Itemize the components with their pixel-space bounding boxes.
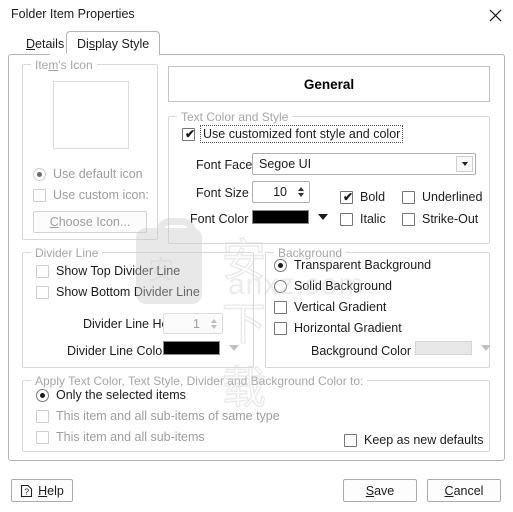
radio-indicator bbox=[33, 188, 46, 202]
transparent-background-radio[interactable]: Transparent Background bbox=[274, 258, 431, 272]
solid-background-label: Solid Background bbox=[294, 279, 392, 293]
tab-display-style-label: Display Style bbox=[77, 36, 150, 51]
radio-indicator bbox=[36, 388, 49, 402]
icon-preview-frame bbox=[53, 81, 129, 149]
radio-indicator bbox=[36, 409, 49, 423]
checkbox-indicator: ✔ bbox=[182, 127, 195, 141]
use-default-icon-label: Use default icon bbox=[53, 167, 143, 181]
show-top-divider-checkbox[interactable]: Show Top Divider Line bbox=[36, 264, 180, 278]
item-icon-group-title: Item's Icon bbox=[31, 58, 97, 72]
checkbox-indicator: ✔ bbox=[340, 190, 353, 204]
save-button[interactable]: Save bbox=[343, 479, 417, 502]
font-size-label: Font Size bbox=[196, 186, 249, 200]
divider-color-swatch bbox=[163, 341, 220, 355]
divider-color-picker[interactable] bbox=[163, 341, 239, 355]
show-bottom-divider-checkbox[interactable]: Show Bottom Divider Line bbox=[36, 285, 200, 299]
font-color-swatch bbox=[252, 210, 309, 224]
strikeout-checkbox[interactable]: Strike-Out bbox=[402, 212, 478, 226]
use-custom-icon-radio[interactable]: Use custom icon: bbox=[33, 188, 149, 202]
checkbox-indicator bbox=[402, 212, 415, 226]
only-selected-items-label: Only the selected items bbox=[56, 388, 186, 402]
transparent-background-label: Transparent Background bbox=[294, 258, 432, 272]
horizontal-gradient-radio[interactable]: Horizontal Gradient bbox=[274, 321, 402, 335]
font-face-value: Segoe UI bbox=[259, 157, 312, 171]
cancel-button-label: Cancel bbox=[444, 483, 484, 498]
tab-display-style[interactable]: Display Style bbox=[66, 31, 161, 55]
choose-icon-button[interactable]: Choose Icon... bbox=[33, 211, 147, 233]
close-icon[interactable] bbox=[477, 0, 513, 30]
font-face-label: Font Face bbox=[196, 158, 253, 172]
title-bar: Folder Item Properties bbox=[0, 0, 513, 30]
same-type-sub-items-radio: This item and all sub-items of same type bbox=[36, 409, 280, 423]
font-size-stepper[interactable]: 10 bbox=[252, 181, 310, 203]
chevron-down-icon bbox=[318, 214, 328, 220]
chevron-down-icon bbox=[229, 345, 239, 351]
keep-as-new-defaults-label: Keep as new defaults bbox=[364, 433, 484, 447]
horizontal-gradient-label: Horizontal Gradient bbox=[294, 321, 402, 335]
show-bottom-divider-label: Show Bottom Divider Line bbox=[56, 285, 200, 299]
show-top-divider-label: Show Top Divider Line bbox=[56, 264, 181, 278]
radio-indicator bbox=[274, 321, 287, 335]
save-button-label: Save bbox=[365, 483, 395, 498]
divider-line-group-title: Divider Line bbox=[31, 246, 103, 260]
italic-label: Italic bbox=[360, 212, 386, 226]
window-title: Folder Item Properties bbox=[11, 7, 135, 21]
background-color-swatch bbox=[415, 341, 472, 355]
vertical-gradient-radio[interactable]: Vertical Gradient bbox=[274, 300, 386, 314]
chevron-down-icon bbox=[481, 345, 491, 351]
tab-details-label: Details bbox=[26, 37, 65, 51]
radio-indicator bbox=[274, 258, 287, 272]
font-face-combobox[interactable]: Segoe UI bbox=[252, 153, 476, 175]
checkbox-indicator bbox=[402, 190, 415, 204]
strikeout-label: Strike-Out bbox=[422, 212, 479, 226]
tab-panel-notch bbox=[50, 53, 146, 56]
font-color-label: Font Color bbox=[190, 212, 249, 226]
choose-icon-label: Choose Icon... bbox=[49, 215, 131, 229]
checkbox-indicator bbox=[340, 212, 353, 226]
solid-background-radio[interactable]: Solid Background bbox=[274, 279, 392, 293]
chevron-down-icon[interactable] bbox=[456, 156, 473, 172]
italic-checkbox[interactable]: Italic bbox=[340, 212, 386, 226]
apply-to-group-title: Apply Text Color, Text Style, Divider an… bbox=[31, 374, 368, 388]
tab-strip: Details Display Style bbox=[8, 31, 505, 55]
radio-indicator bbox=[274, 279, 287, 293]
all-sub-items-label: This item and all sub-items bbox=[56, 430, 205, 444]
divider-height-stepper[interactable]: 1 bbox=[163, 313, 223, 334]
style-preview-text: General bbox=[303, 76, 355, 92]
cancel-button[interactable]: Cancel bbox=[427, 479, 501, 502]
use-customized-font-checkbox[interactable]: ✔ Use customized font style and color bbox=[182, 125, 404, 143]
all-sub-items-radio: This item and all sub-items bbox=[36, 430, 205, 444]
help-question-icon: ? bbox=[20, 484, 33, 498]
checkbox-indicator bbox=[36, 285, 49, 299]
use-custom-icon-label: Use custom icon: bbox=[53, 188, 149, 202]
divider-color-label: Divider Line Color bbox=[67, 344, 167, 358]
stepper-arrows[interactable] bbox=[298, 187, 304, 197]
radio-indicator bbox=[36, 430, 49, 444]
checkbox-indicator bbox=[344, 433, 357, 447]
text-style-group-title: Text Color and Style bbox=[177, 110, 293, 124]
use-default-icon-radio[interactable]: Use default icon bbox=[33, 167, 143, 181]
radio-indicator bbox=[274, 300, 287, 314]
font-color-picker[interactable] bbox=[252, 210, 328, 224]
stepper-arrows[interactable] bbox=[211, 318, 217, 329]
keep-as-new-defaults-checkbox[interactable]: Keep as new defaults bbox=[344, 433, 484, 447]
font-size-value: 10 bbox=[273, 185, 287, 199]
background-color-picker[interactable] bbox=[415, 341, 491, 355]
help-button-label: Help bbox=[38, 483, 64, 498]
checkbox-indicator bbox=[36, 264, 49, 278]
style-preview: General bbox=[168, 66, 490, 102]
only-selected-items-radio[interactable]: Only the selected items bbox=[36, 388, 186, 402]
bold-label: Bold bbox=[360, 190, 386, 204]
radio-indicator bbox=[33, 167, 46, 181]
same-type-sub-items-label: This item and all sub-items of same type bbox=[56, 409, 280, 423]
background-color-label: Background Color bbox=[311, 344, 412, 358]
vertical-gradient-label: Vertical Gradient bbox=[294, 300, 387, 314]
svg-text:?: ? bbox=[25, 486, 30, 496]
help-button[interactable]: ? Help bbox=[11, 479, 73, 502]
divider-height-value: 1 bbox=[193, 316, 200, 331]
use-customized-font-label: Use customized font style and color bbox=[199, 125, 404, 143]
bold-checkbox[interactable]: ✔ Bold bbox=[340, 190, 385, 204]
underlined-label: Underlined bbox=[422, 190, 483, 204]
underlined-checkbox[interactable]: Underlined bbox=[402, 190, 482, 204]
